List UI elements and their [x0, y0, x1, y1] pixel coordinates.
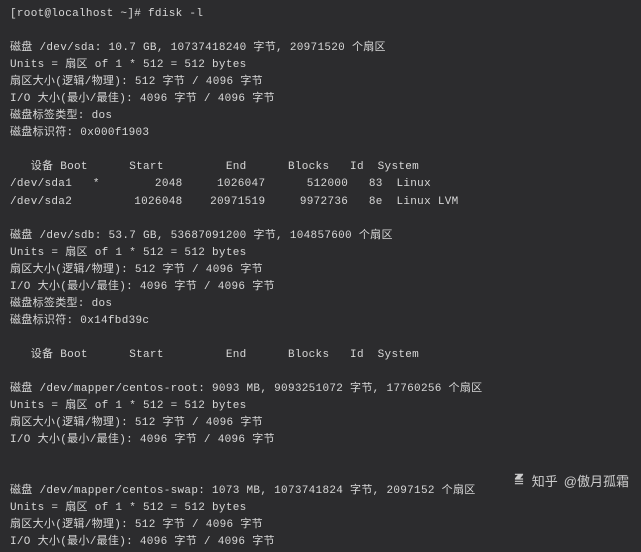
disk-sda-sector-size: 扇区大小(逻辑/物理): 512 字节 / 4096 字节: [10, 74, 631, 91]
partition-table-sda-header: 设备 Boot Start End Blocks Id System: [10, 159, 631, 176]
disk-centos-root-io-size: I/O 大小(最小/最佳): 4096 字节 / 4096 字节: [10, 432, 631, 449]
disk-centos-root-sector-size: 扇区大小(逻辑/物理): 512 字节 / 4096 字节: [10, 415, 631, 432]
disk-sda-header: 磁盘 /dev/sda: 10.7 GB, 10737418240 字节, 20…: [10, 40, 631, 57]
blank: [10, 211, 631, 228]
blank: [10, 330, 631, 347]
disk-centos-swap-io-size: I/O 大小(最小/最佳): 4096 字节 / 4096 字节: [10, 534, 631, 551]
disk-sdb-identifier: 磁盘标识符: 0x14fbd39c: [10, 313, 631, 330]
disk-sdb-header: 磁盘 /dev/sdb: 53.7 GB, 53687091200 字节, 10…: [10, 228, 631, 245]
disk-sda-units: Units = 扇区 of 1 * 512 = 512 bytes: [10, 57, 631, 74]
blank: [10, 449, 631, 466]
blank: [10, 142, 631, 159]
disk-centos-swap-sector-size: 扇区大小(逻辑/物理): 512 字节 / 4096 字节: [10, 517, 631, 534]
blank: [10, 23, 631, 40]
disk-sdb-label-type: 磁盘标签类型: dos: [10, 296, 631, 313]
disk-sdb-units: Units = 扇区 of 1 * 512 = 512 bytes: [10, 245, 631, 262]
partition-table-sdb-header: 设备 Boot Start End Blocks Id System: [10, 347, 631, 364]
disk-centos-root-units: Units = 扇区 of 1 * 512 = 512 bytes: [10, 398, 631, 415]
partition-sda1-row: /dev/sda1 * 2048 1026047 512000 83 Linux: [10, 176, 631, 193]
watermark-source: 知乎: [532, 472, 558, 492]
watermark-author: @傲月孤霜: [564, 472, 629, 492]
shell-prompt: [root@localhost ~]# fdisk -l: [10, 6, 631, 23]
disk-sda-identifier: 磁盘标识符: 0x000f1903: [10, 125, 631, 142]
disk-sda-io-size: I/O 大小(最小/最佳): 4096 字节 / 4096 字节: [10, 91, 631, 108]
disk-sdb-io-size: I/O 大小(最小/最佳): 4096 字节 / 4096 字节: [10, 279, 631, 296]
disk-centos-root-header: 磁盘 /dev/mapper/centos-root: 9093 MB, 909…: [10, 381, 631, 398]
disk-sdb-sector-size: 扇区大小(逻辑/物理): 512 字节 / 4096 字节: [10, 262, 631, 279]
disk-centos-swap-units: Units = 扇区 of 1 * 512 = 512 bytes: [10, 500, 631, 517]
zhihu-icon: [512, 472, 526, 492]
blank: [10, 364, 631, 381]
watermark: 知乎 @傲月孤霜: [512, 472, 629, 492]
disk-sda-label-type: 磁盘标签类型: dos: [10, 108, 631, 125]
partition-sda2-row: /dev/sda2 1026048 20971519 9972736 8e Li…: [10, 194, 631, 211]
